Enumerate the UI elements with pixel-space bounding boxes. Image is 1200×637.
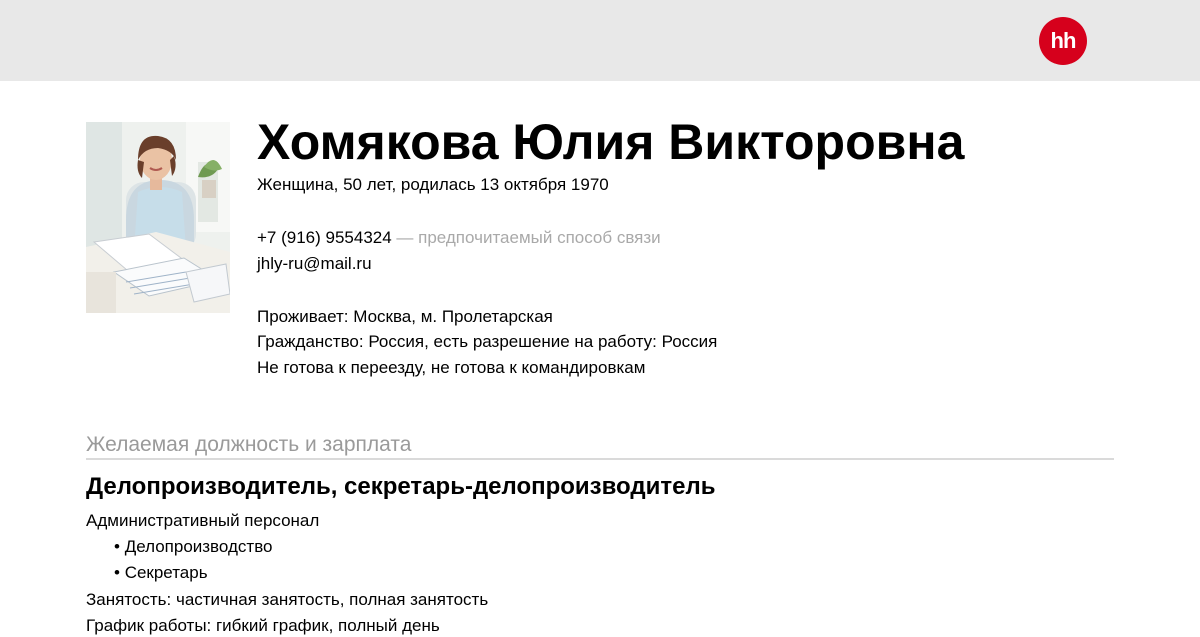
- specialization-label: Делопроизводство: [124, 537, 273, 556]
- bullet-icon: •: [114, 537, 120, 556]
- phone-number[interactable]: +7 (916) 9554324: [257, 228, 392, 247]
- top-bar: hh: [0, 0, 1200, 81]
- specialization-label: Секретарь: [124, 563, 208, 582]
- candidate-summary: Женщина, 50 лет, родилась 13 октября 197…: [257, 175, 609, 194]
- relocation-status: Не готова к переезду, не готова к команд…: [257, 358, 646, 377]
- email-address[interactable]: jhly-ru@mail.ru: [257, 253, 372, 275]
- citizenship: Гражданство: Россия, есть разрешение на …: [257, 332, 718, 351]
- residence: Проживает: Москва, м. Пролетарская: [257, 307, 553, 326]
- bullet-icon: •: [114, 563, 120, 582]
- specialization-item: • Делопроизводство: [114, 536, 272, 558]
- specialization-item: • Секретарь: [114, 562, 208, 584]
- section-title-desired-position: Желаемая должность и зарплата: [86, 432, 1114, 460]
- professional-area: Административный персонал: [86, 511, 320, 530]
- contact-phone-line: +7 (916) 9554324 — предпочитаемый способ…: [257, 227, 661, 249]
- hh-logo[interactable]: hh: [1039, 17, 1087, 65]
- work-schedule: График работы: гибкий график, полный ден…: [86, 616, 440, 635]
- employment-type: Занятость: частичная занятость, полная з…: [86, 590, 489, 609]
- profile-photo-image: [86, 122, 230, 313]
- desired-position-title: Делопроизводитель, секретарь-делопроизво…: [86, 473, 716, 500]
- candidate-name: Хомякова Юлия Викторовна: [257, 114, 965, 170]
- phone-preference-note: — предпочитаемый способ связи: [391, 228, 661, 247]
- profile-photo: [86, 122, 230, 313]
